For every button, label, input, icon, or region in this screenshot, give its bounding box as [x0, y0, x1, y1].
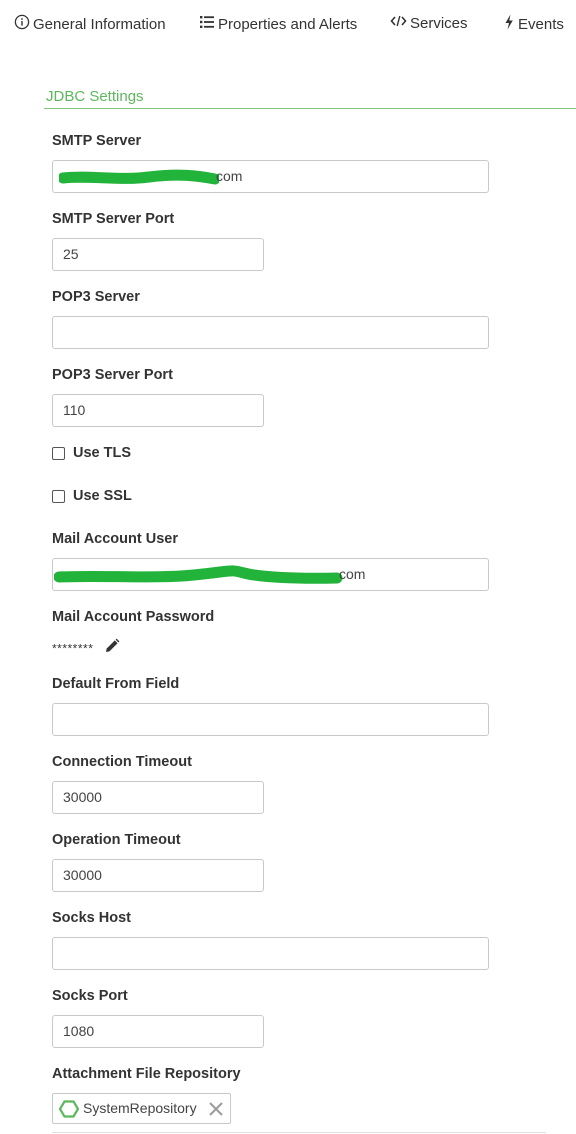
mail-password-row: ******** — [52, 638, 120, 656]
mail-password-label: Mail Account Password — [52, 609, 215, 625]
pop3-server-input[interactable] — [52, 316, 489, 349]
bottom-divider — [52, 1132, 546, 1133]
operation-timeout-label: Operation Timeout — [52, 832, 181, 848]
operation-timeout-input[interactable]: 30000 — [52, 859, 264, 892]
smtp-port-input[interactable]: 25 — [52, 238, 264, 271]
tab-services[interactable]: Services — [390, 14, 468, 34]
code-icon — [390, 14, 407, 34]
section-title: JDBC Settings — [46, 88, 144, 105]
connection-timeout-label: Connection Timeout — [52, 754, 192, 770]
bolt-icon — [503, 14, 515, 36]
socks-port-input[interactable]: 1080 — [52, 1015, 264, 1048]
default-from-label: Default From Field — [52, 676, 180, 692]
smtp-server-label: SMTP Server — [52, 133, 142, 149]
use-ssl-row: Use SSL — [52, 487, 132, 505]
mail-user-label: Mail Account User — [52, 531, 178, 547]
use-tls-row: Use TLS — [52, 444, 131, 462]
use-ssl-checkbox[interactable] — [52, 489, 65, 503]
attachment-repo-label: Attachment File Repository — [52, 1066, 241, 1082]
tab-label: General Information — [33, 16, 166, 33]
attachment-repo-value: SystemRepository — [83, 1100, 197, 1116]
info-icon — [14, 14, 30, 36]
use-ssl-label: Use SSL — [73, 488, 132, 504]
mail-password-masked: ******** — [52, 641, 94, 656]
tab-general-information[interactable]: General Information — [14, 14, 166, 34]
redaction-mark — [54, 565, 343, 584]
socks-host-input[interactable] — [52, 937, 489, 970]
mail-user-input[interactable]: com — [52, 558, 489, 591]
tab-label: Events — [518, 16, 564, 33]
tab-label: Properties and Alerts — [218, 16, 358, 33]
use-tls-checkbox[interactable] — [52, 446, 65, 460]
default-from-input[interactable] — [52, 703, 489, 736]
clear-icon[interactable] — [208, 1101, 224, 1122]
smtp-port-label: SMTP Server Port — [52, 211, 175, 227]
connection-timeout-input[interactable]: 30000 — [52, 781, 264, 814]
section-divider — [44, 108, 576, 109]
socks-port-label: Socks Port — [52, 988, 128, 1004]
attachment-repo-selector[interactable]: SystemRepository — [52, 1093, 231, 1124]
tab-events[interactable]: Events — [503, 14, 564, 34]
tab-label: Services — [410, 15, 468, 33]
list-icon — [199, 14, 215, 36]
tab-properties-and-alerts[interactable]: Properties and Alerts — [199, 14, 357, 34]
redaction-mark — [59, 169, 219, 185]
smtp-server-input[interactable]: com — [52, 160, 489, 193]
smtp-server-value: com — [216, 168, 243, 184]
pencil-icon[interactable] — [104, 638, 120, 659]
mail-user-value: com — [339, 566, 366, 582]
tab-bar: General Information Properties and Alert… — [0, 0, 576, 48]
pop3-server-label: POP3 Server — [52, 289, 140, 305]
pop3-port-label: POP3 Server Port — [52, 367, 173, 383]
socks-host-label: Socks Host — [52, 910, 131, 926]
use-tls-label: Use TLS — [73, 445, 132, 461]
pop3-port-input[interactable]: 110 — [52, 394, 264, 427]
repository-icon — [58, 1100, 80, 1123]
